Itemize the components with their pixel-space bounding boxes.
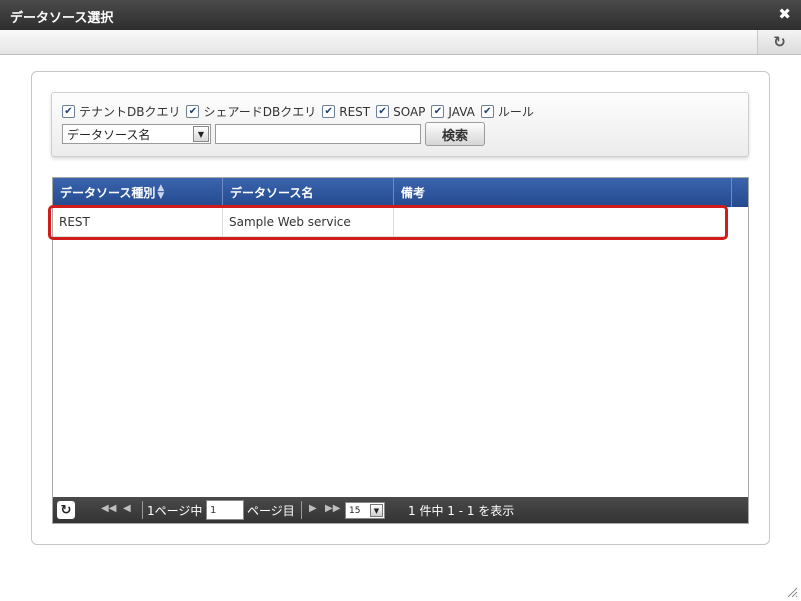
next-page-icon[interactable]: ▶	[309, 503, 317, 514]
filter-java[interactable]: ✔ JAVA	[431, 104, 475, 119]
checkbox-checked-icon[interactable]: ✔	[431, 105, 445, 118]
last-page-icon[interactable]: ▶▶	[325, 503, 340, 514]
page-prefix: 1ページ中	[147, 504, 203, 518]
column-header-label: データソース種別	[60, 186, 156, 200]
filter-label: JAVA	[448, 104, 475, 119]
filter-label: ルール	[497, 105, 534, 119]
filter-shared-db-query[interactable]: ✔ シェアードDBクエリ	[186, 103, 316, 120]
sort-icon[interactable]: ▲ ▼	[157, 184, 164, 200]
page-number-input[interactable]	[206, 500, 244, 520]
chevron-down-icon[interactable]: ▼	[370, 504, 383, 517]
column-header-label: 備考	[401, 186, 426, 200]
column-header-name[interactable]: データソース名	[223, 178, 394, 207]
reload-icon[interactable]: ↻	[57, 501, 75, 519]
grid-pager: ↻ ◀◀ ◀ 1ページ中 ページ目 ▶ ▶▶ 15 ▼ 1 件中 1 - 1 を…	[53, 497, 748, 523]
prev-page-icon[interactable]: ◀	[123, 503, 131, 514]
page-size-select[interactable]: 15 ▼	[345, 502, 385, 519]
filter-soap[interactable]: ✔ SOAP	[376, 105, 425, 119]
dialog-titlebar: データソース選択 ✖	[0, 0, 801, 30]
filter-label: テナントDBクエリ	[79, 105, 181, 119]
search-button[interactable]: 検索	[425, 122, 485, 146]
filter-tenant-db-query[interactable]: ✔ テナントDBクエリ	[62, 103, 180, 120]
filter-label: REST	[339, 104, 371, 119]
checkbox-checked-icon[interactable]: ✔	[62, 105, 75, 118]
checkbox-checked-icon[interactable]: ✔	[322, 105, 336, 118]
refresh-button[interactable]: ↻	[757, 30, 801, 54]
record-summary: 1 件中 1 - 1 を表示	[408, 504, 515, 518]
search-field-select[interactable]: データソース名 ▼	[62, 124, 211, 144]
page-suffix: ページ目	[247, 504, 295, 518]
close-icon[interactable]: ✖	[778, 5, 791, 23]
column-header-label: データソース名	[230, 186, 314, 200]
refresh-icon: ↻	[773, 33, 786, 51]
cell-note	[394, 207, 728, 237]
search-keyword-input[interactable]	[215, 124, 421, 144]
grid-header: データソース種別 ▲ ▼ データソース名 備考	[53, 178, 748, 207]
datasource-grid: データソース種別 ▲ ▼ データソース名 備考 REST Sample Web s…	[52, 177, 749, 524]
dialog-title: データソース選択	[10, 11, 114, 26]
checkbox-checked-icon[interactable]: ✔	[480, 105, 494, 118]
divider	[142, 501, 143, 519]
search-field-value: データソース名	[67, 127, 151, 142]
search-box: ✔ テナントDBクエリ ✔ シェアードDBクエリ ✔ REST ✔ SOAP ✔…	[51, 92, 749, 157]
filter-label: SOAP	[393, 104, 426, 119]
filter-rule[interactable]: ✔ ルール	[480, 103, 534, 120]
datasource-type-filters: ✔ テナントDBクエリ ✔ シェアードDBクエリ ✔ REST ✔ SOAP ✔…	[62, 103, 540, 120]
filter-rest[interactable]: ✔ REST	[322, 105, 370, 119]
column-header-note[interactable]: 備考	[394, 178, 732, 207]
chevron-down-icon[interactable]: ▼	[193, 126, 209, 142]
column-header-type[interactable]: データソース種別 ▲ ▼	[53, 178, 223, 207]
page-size-value: 15	[349, 505, 361, 516]
checkbox-checked-icon[interactable]: ✔	[376, 105, 390, 118]
divider	[301, 501, 302, 519]
cell-name: Sample Web service	[223, 207, 394, 237]
filter-label: シェアードDBクエリ	[203, 105, 317, 119]
checkbox-checked-icon[interactable]: ✔	[186, 105, 200, 118]
resize-grip-icon[interactable]	[786, 586, 798, 598]
dialog-toolbar: ↻	[0, 30, 801, 55]
cell-type: REST	[53, 207, 223, 237]
table-row[interactable]: REST Sample Web service	[53, 207, 728, 237]
first-page-icon[interactable]: ◀◀	[101, 503, 116, 514]
